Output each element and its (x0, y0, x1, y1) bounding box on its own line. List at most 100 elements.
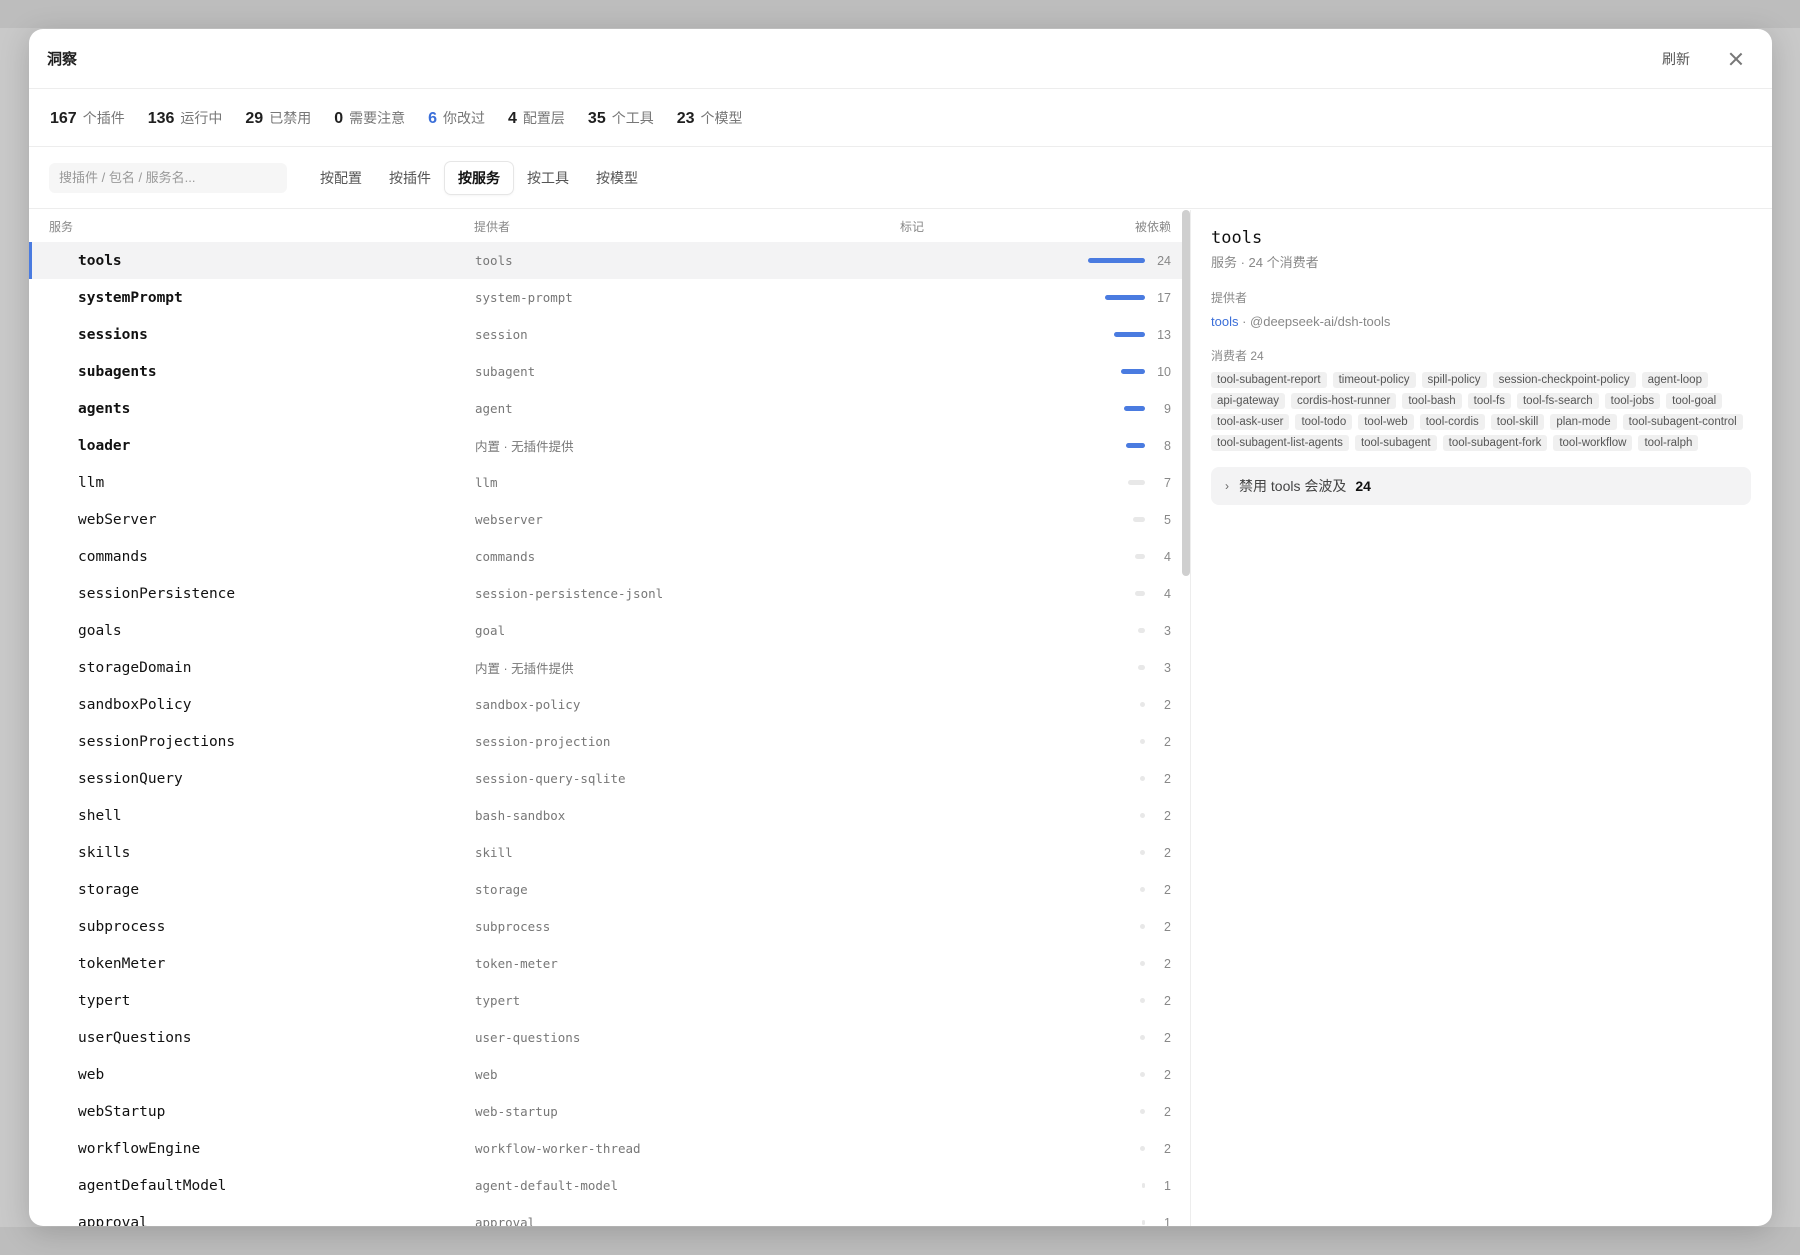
dependency-count: 2 (1164, 956, 1171, 971)
table-row[interactable]: tokenMeter token-meter 2 (29, 945, 1190, 982)
dependency-bar (1105, 295, 1145, 300)
dependency-count: 1 (1164, 1215, 1171, 1227)
tab-item[interactable]: 按服务 (445, 161, 513, 194)
consumer-tag[interactable]: tool-jobs (1604, 393, 1661, 409)
consumer-tag[interactable]: tool-subagent (1354, 435, 1437, 451)
provider-name: workflow-worker-thread (475, 1141, 641, 1156)
consumer-tag[interactable]: tool-workflow (1553, 435, 1633, 451)
table-row[interactable]: shell bash-sandbox 2 (29, 797, 1190, 834)
table-row[interactable]: sessionProjections session-projection 2 (29, 723, 1190, 760)
table-row[interactable]: subprocess subprocess 2 (29, 908, 1190, 945)
consumer-tag[interactable]: tool-bash (1402, 393, 1462, 409)
consumer-tag[interactable]: tool-subagent-report (1211, 372, 1327, 388)
dialog-header: 洞察 刷新 (29, 29, 1772, 89)
tab-item[interactable]: 按工具 (514, 162, 582, 194)
consumer-tag[interactable]: tool-subagent-control (1622, 414, 1743, 430)
table-row[interactable]: sessions session 13 (29, 316, 1190, 353)
consumer-tag[interactable]: agent-loop (1641, 372, 1708, 388)
consumer-tag[interactable]: tool-web (1358, 414, 1414, 430)
service-name: loader (78, 437, 131, 454)
service-name: approval (78, 1214, 148, 1227)
scrollbar-thumb[interactable] (1182, 210, 1190, 576)
table-row[interactable]: typert typert 2 (29, 982, 1190, 1019)
service-name: subprocess (78, 918, 166, 935)
refresh-button[interactable]: 刷新 (1662, 49, 1690, 69)
dependency-bar (1140, 776, 1145, 781)
provider-line: tools · @deepseek-ai/dsh-tools (1211, 314, 1752, 329)
service-name: webStartup (78, 1103, 166, 1120)
stat-item: 35 个工具 (588, 108, 654, 128)
impact-expander[interactable]: › 禁用 tools 会波及 24 (1211, 467, 1751, 505)
consumer-tag[interactable]: tool-cordis (1419, 414, 1485, 430)
table-row[interactable]: subagents subagent 10 (29, 353, 1190, 390)
table-row[interactable]: tools tools 24 (29, 242, 1190, 279)
service-name: webServer (78, 511, 157, 528)
consumer-tag[interactable]: tool-fs (1467, 393, 1511, 409)
table-row[interactable]: sandboxPolicy sandbox-policy 2 (29, 686, 1190, 723)
consumer-tag[interactable]: api-gateway (1211, 393, 1286, 409)
table-row[interactable]: webServer webserver 5 (29, 501, 1190, 538)
consumer-tag[interactable]: tool-todo (1295, 414, 1353, 430)
consumer-tag[interactable]: tool-ralph (1638, 435, 1699, 451)
provider-name: llm (475, 475, 498, 490)
table-row[interactable]: approval approval 1 (29, 1204, 1190, 1227)
table-row[interactable]: workflowEngine workflow-worker-thread 2 (29, 1130, 1190, 1167)
dependency-bar (1133, 517, 1145, 522)
stat-label: 配置层 (522, 109, 565, 126)
table-row[interactable]: commands commands 4 (29, 538, 1190, 575)
consumer-tag[interactable]: tool-subagent-list-agents (1211, 435, 1349, 451)
list-scrollbar[interactable] (1182, 210, 1190, 576)
provider-name: session-persistence-jsonl (475, 586, 664, 601)
dependency-count: 7 (1164, 475, 1171, 490)
table-row[interactable]: goals goal 3 (29, 612, 1190, 649)
consumer-tag[interactable]: plan-mode (1550, 414, 1617, 430)
table-row[interactable]: sessionQuery session-query-sqlite 2 (29, 760, 1190, 797)
table-row[interactable]: loader 内置 · 无插件提供 8 (29, 427, 1190, 464)
dependency-count: 9 (1164, 401, 1171, 416)
stat-number: 4 (508, 109, 517, 127)
consumer-tag[interactable]: tool-fs-search (1516, 393, 1599, 409)
dependency-count: 4 (1164, 549, 1171, 564)
provider-name: subprocess (475, 919, 551, 934)
table-row[interactable]: agents agent 9 (29, 390, 1190, 427)
table-row[interactable]: storage storage 2 (29, 871, 1190, 908)
provider-package: · @deepseek-ai/dsh-tools (1238, 314, 1391, 329)
tab-item[interactable]: 按插件 (376, 162, 444, 194)
consumer-tag[interactable]: cordis-host-runner (1291, 393, 1397, 409)
provider-name: 内置 · 无插件提供 (475, 440, 574, 454)
table-row[interactable]: userQuestions user-questions 2 (29, 1019, 1190, 1056)
dependency-bar (1142, 1183, 1145, 1188)
consumer-tag[interactable]: tool-subagent-fork (1442, 435, 1548, 451)
table-row[interactable]: agentDefaultModel agent-default-model 1 (29, 1167, 1190, 1204)
table-row[interactable]: sessionPersistence session-persistence-js… (29, 575, 1190, 612)
provider-name: agent (475, 401, 513, 416)
table-row[interactable]: storageDomain 内置 · 无插件提供 3 (29, 649, 1190, 686)
search-input[interactable] (49, 162, 287, 193)
dependency-count: 2 (1164, 845, 1171, 860)
dependency-bar (1140, 998, 1145, 1003)
provider-name: web (475, 1067, 498, 1082)
consumer-tag[interactable]: timeout-policy (1332, 372, 1416, 388)
consumer-tag[interactable]: tool-goal (1666, 393, 1723, 409)
impact-text: 禁用 tools 会波及 (1239, 478, 1347, 494)
stat-label: 已禁用 (269, 109, 312, 126)
tab-item[interactable]: 按模型 (583, 162, 651, 194)
tab-item[interactable]: 按配置 (307, 162, 375, 194)
table-row[interactable]: skills skill 2 (29, 834, 1190, 871)
close-icon[interactable] (1726, 49, 1746, 69)
dependency-count: 2 (1164, 919, 1171, 934)
consumer-tag[interactable]: tool-skill (1490, 414, 1545, 430)
table-row[interactable]: webStartup web-startup 2 (29, 1093, 1190, 1130)
service-name: agentDefaultModel (78, 1177, 227, 1194)
provider-link[interactable]: tools (1211, 314, 1238, 329)
provider-name: typert (475, 993, 521, 1008)
dependency-count: 3 (1164, 660, 1171, 675)
consumer-tag[interactable]: spill-policy (1421, 372, 1487, 388)
consumer-tag[interactable]: session-checkpoint-policy (1492, 372, 1636, 388)
provider-name: skill (475, 845, 513, 860)
table-row[interactable]: systemPrompt system-prompt 17 (29, 279, 1190, 316)
consumer-tag[interactable]: tool-ask-user (1211, 414, 1290, 430)
provider-name: goal (475, 623, 506, 638)
table-row[interactable]: llm llm 7 (29, 464, 1190, 501)
table-row[interactable]: web web 2 (29, 1056, 1190, 1093)
